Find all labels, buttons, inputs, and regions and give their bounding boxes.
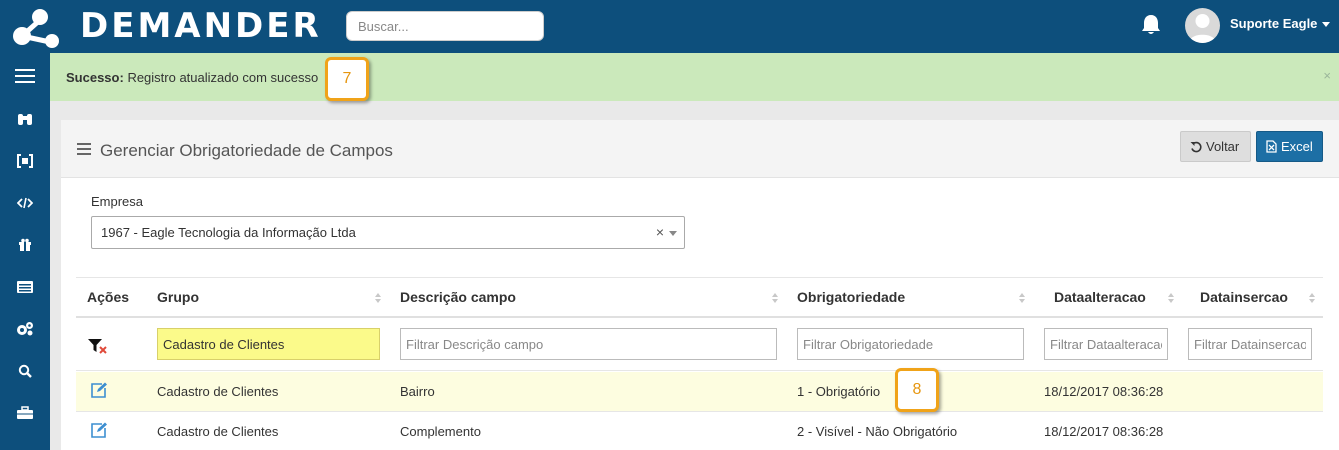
cell-grupo: Cadastro de Clientes (157, 384, 279, 399)
table-row[interactable]: Cadastro de Clientes Bairro 1 - Obrigató… (76, 372, 1323, 412)
annotation-badge: 7 (325, 57, 369, 101)
menu-lines-icon (77, 143, 91, 155)
sort-icon[interactable] (1019, 292, 1025, 304)
cell-obrigatoriedade: 2 - Visível - Não Obrigatório (797, 424, 958, 439)
empresa-select-value: 1967 - Eagle Tecnologia da Informação Lt… (101, 225, 356, 240)
column-header-acoes: Ações (76, 278, 156, 318)
page-title: Gerenciar Obrigatoriedade de Campos (100, 141, 393, 160)
cell-descricao: Bairro (400, 384, 435, 399)
cell-dataalteracao: 18/12/2017 08:36:28 (1044, 384, 1164, 399)
column-header-grupo[interactable]: Grupo (156, 278, 399, 318)
column-header-datainsercao[interactable]: Datainsercao (1178, 278, 1323, 318)
search-icon[interactable] (14, 360, 36, 382)
user-name[interactable]: Suporte Eagle (1230, 16, 1317, 31)
filter-row (76, 318, 1323, 371)
sort-icon[interactable] (1309, 292, 1315, 304)
panel-header: Gerenciar Obrigatoriedade de Campos Volt… (61, 120, 1339, 178)
close-icon[interactable]: × (1323, 68, 1331, 83)
annotation-badge: 8 (895, 368, 939, 412)
empresa-label: Empresa (91, 194, 144, 209)
demander-logo-icon[interactable] (10, 4, 62, 50)
empresa-select[interactable]: 1967 - Eagle Tecnologia da Informação Lt… (91, 216, 685, 249)
list-icon[interactable] (14, 276, 36, 298)
cell-obrigatoriedade: 1 - Obrigatório (797, 384, 881, 399)
data-table: Ações Grupo Descrição campo Obrigatoried… (76, 277, 1323, 450)
excel-button[interactable]: Excel (1256, 131, 1323, 162)
bell-icon[interactable] (1141, 14, 1161, 36)
alert-message: Registro atualizado com sucesso (127, 70, 319, 85)
clear-filter-icon[interactable] (88, 338, 108, 354)
column-header-dataalteracao[interactable]: Dataalteracao (1041, 278, 1178, 318)
alert-label: Sucesso: (66, 70, 124, 85)
briefcase-icon[interactable] (14, 402, 36, 424)
binoculars-icon[interactable] (14, 108, 36, 130)
descricao-filter-input[interactable] (400, 328, 777, 360)
sort-icon[interactable] (772, 292, 778, 304)
obrigatoriedade-filter-input[interactable] (797, 328, 1024, 360)
gift-icon[interactable] (14, 234, 36, 256)
top-bar: DEMANDER Suporte Eagle (0, 0, 1339, 53)
sidebar (0, 53, 50, 450)
brand-name[interactable]: DEMANDER (80, 6, 322, 46)
cell-dataalteracao: 18/12/2017 08:36:28 (1044, 424, 1164, 439)
chevron-down-icon[interactable] (669, 231, 677, 236)
edit-icon[interactable] (90, 422, 107, 439)
column-header-obrigatoriedade[interactable]: Obrigatoriedade (796, 278, 1041, 318)
dataalteracao-filter-input[interactable] (1044, 328, 1168, 360)
edit-icon[interactable] (90, 382, 107, 399)
cell-descricao: Complemento (400, 424, 481, 439)
menu-icon[interactable] (14, 65, 36, 87)
cogs-icon[interactable] (14, 318, 36, 340)
sort-icon[interactable] (1168, 292, 1174, 304)
user-silhouette-icon (1189, 14, 1216, 43)
undo-icon (1190, 141, 1202, 152)
grupo-filter-input[interactable] (157, 328, 380, 360)
cell-grupo: Cadastro de Clientes (157, 424, 279, 439)
avatar[interactable] (1185, 8, 1220, 43)
clear-icon[interactable]: × (656, 224, 664, 240)
success-alert: Sucesso: Registro atualizado com sucesso… (50, 53, 1339, 101)
file-excel-icon (1266, 140, 1277, 153)
search-input[interactable] (346, 11, 544, 41)
table-row[interactable]: Cadastro de Clientes Complemento 2 - Vis… (76, 412, 1323, 450)
code-icon[interactable] (14, 192, 36, 214)
voltar-button[interactable]: Voltar (1180, 131, 1251, 162)
column-header-descricao[interactable]: Descrição campo (399, 278, 796, 318)
sort-icon[interactable] (375, 292, 381, 304)
code-bracket-icon[interactable] (14, 150, 36, 172)
chevron-down-icon[interactable] (1322, 22, 1330, 27)
datainsercao-filter-input[interactable] (1188, 328, 1312, 360)
main-panel: Gerenciar Obrigatoriedade de Campos Volt… (61, 120, 1339, 450)
